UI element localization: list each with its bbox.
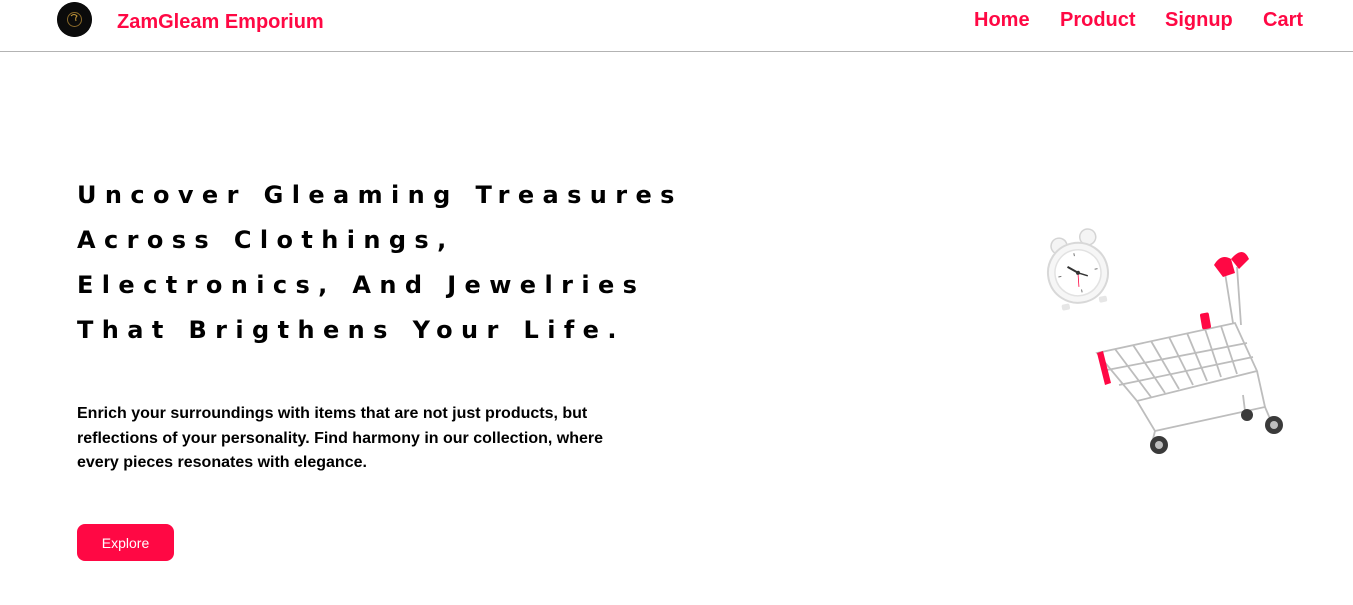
nav-link-cart[interactable]: Cart [1263,9,1303,32]
top-navbar: ZamGleam Emporium Home Product Signup Ca… [0,0,1353,52]
brand-logo-icon[interactable] [57,2,92,37]
hero-headline-line: Across Clothings, [77,226,455,254]
nav-link-signup[interactable]: Signup [1165,9,1233,32]
explore-button[interactable]: Explore [77,524,174,561]
hero-headline-line: Uncover Gleaming Treasures [77,181,683,209]
nav-link-product[interactable]: Product [1060,9,1136,32]
hero-description: Enrich your surroundings with items that… [77,405,604,471]
hero-headline: Uncover Gleaming Treasures Across Clothi… [77,173,777,353]
shopping-cart-icon [1095,252,1283,454]
nav-link-home[interactable]: Home [974,9,1030,32]
hero-headline-line: That Brigthens Your Life. [77,316,625,344]
alarm-clock-icon [1046,228,1109,311]
hero-illustration [1025,225,1295,465]
hero-headline-line: Electronics, And Jewelries [77,271,646,299]
brand-name[interactable]: ZamGleam Emporium [117,11,324,34]
